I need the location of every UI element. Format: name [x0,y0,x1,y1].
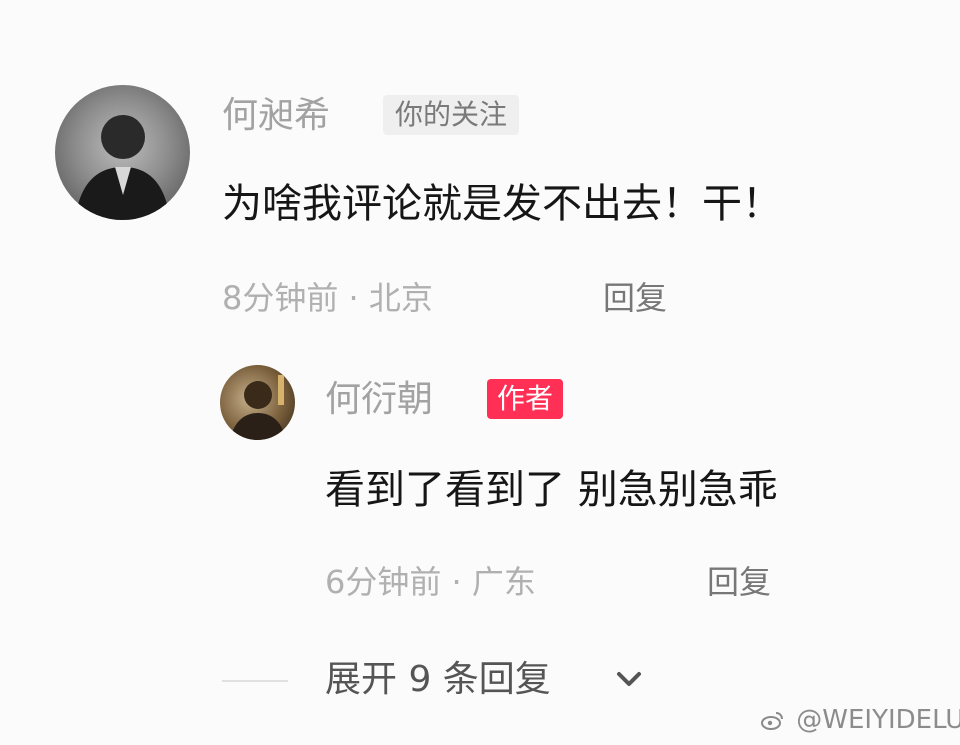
reply-author-name[interactable]: 何衍朝 [325,382,433,418]
divider [222,680,288,682]
following-badge: 你的关注 [383,95,520,135]
weibo-icon [760,710,784,732]
watermark: @WEIYIDELU [760,707,960,733]
person-silhouette-icon [75,115,170,220]
reply-avatar[interactable] [220,365,295,440]
watermark-text: @WEIYIDELU [796,705,960,735]
reply-button[interactable]: 回复 [603,282,667,314]
reply-meta: 6分钟前 · 广东 [325,563,536,601]
comment-meta: 8分钟前 · 北京 [222,279,433,317]
reply-text: 看到了看到了 别急别急乖 [325,467,778,513]
avatar[interactable] [55,85,190,220]
person-photo-icon [230,375,286,440]
author-badge: 作者 [487,379,564,419]
chevron-down-icon[interactable] [615,670,643,690]
comment-text: 为啥我评论就是发不出去！干！ [222,181,782,227]
expand-replies-button[interactable]: 展开 9 条回复 [325,662,551,698]
reply-button[interactable]: 回复 [707,566,771,598]
comment-author-name[interactable]: 何昶希 [222,98,330,134]
